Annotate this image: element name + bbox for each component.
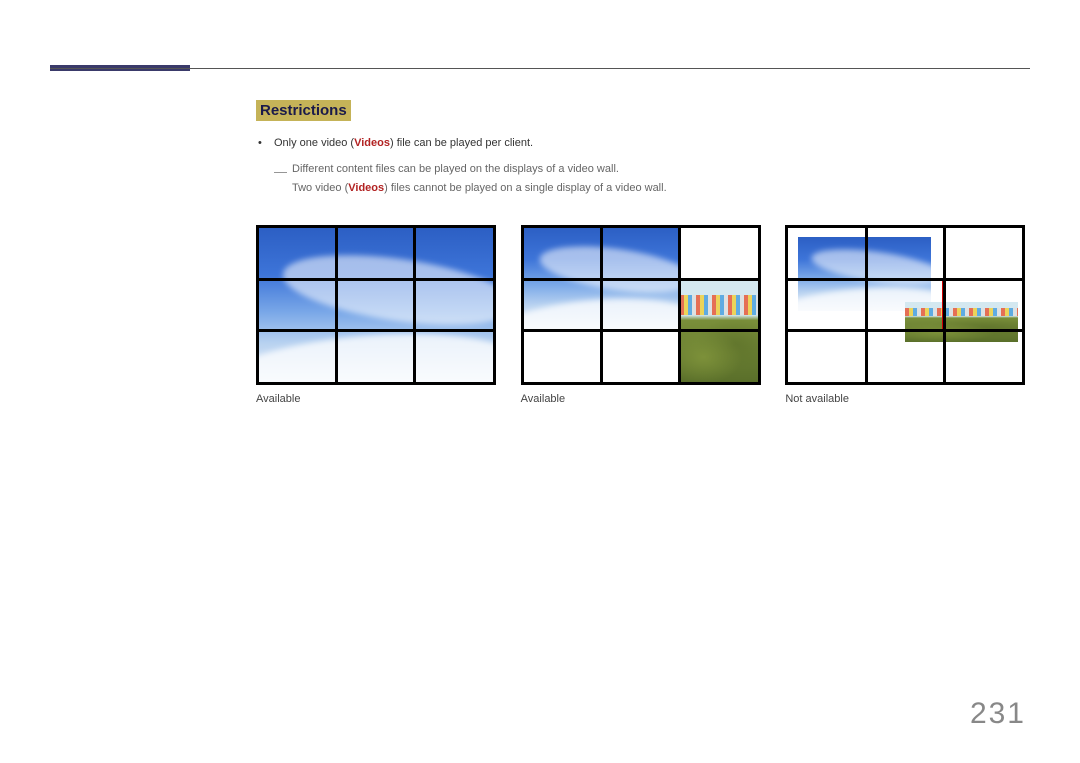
sub2-suffix: ) files cannot be played on a single dis…: [384, 182, 667, 194]
section-heading: Restrictions: [256, 100, 351, 121]
sub-item: ― Different content files can be played …: [274, 160, 1030, 180]
videos-keyword: Videos: [354, 137, 390, 149]
restriction-sublist: ― Different content files can be played …: [274, 160, 1030, 200]
figure-block: Available: [521, 225, 766, 405]
bullet-text-suffix: ) file can be played per client.: [390, 137, 533, 149]
videowall-grid-2: [521, 225, 761, 385]
figure-block: Not available: [785, 225, 1030, 405]
sky-media: [524, 228, 680, 331]
figure-caption: Available: [256, 393, 501, 405]
page-number: 231: [970, 697, 1026, 731]
header-rule: [50, 68, 1030, 69]
videowall-grid-1: [256, 225, 496, 385]
bullet-text-prefix: Only one video (: [274, 137, 354, 149]
figure-caption: Available: [521, 393, 766, 405]
figure-caption: Not available: [785, 393, 1030, 405]
figure-block: Available: [256, 225, 501, 405]
content-area: Restrictions Only one video (Videos) fil…: [256, 100, 1030, 405]
restrictions-list: Only one video (Videos) file can be play…: [256, 135, 1030, 199]
restriction-item: Only one video (Videos) file can be play…: [256, 135, 1030, 199]
sky-media: [259, 228, 493, 382]
figures-row: Available Available: [256, 225, 1030, 405]
sub-item: Two video (Videos) files cannot be playe…: [274, 179, 1030, 199]
videos-keyword: Videos: [348, 182, 384, 194]
grass-media: [680, 279, 758, 382]
sub2-prefix: Two video (: [292, 182, 348, 194]
conflict-highlight: [866, 279, 944, 330]
sub-item-text: Different content files can be played on…: [292, 163, 619, 175]
videowall-grid-3: [785, 225, 1025, 385]
